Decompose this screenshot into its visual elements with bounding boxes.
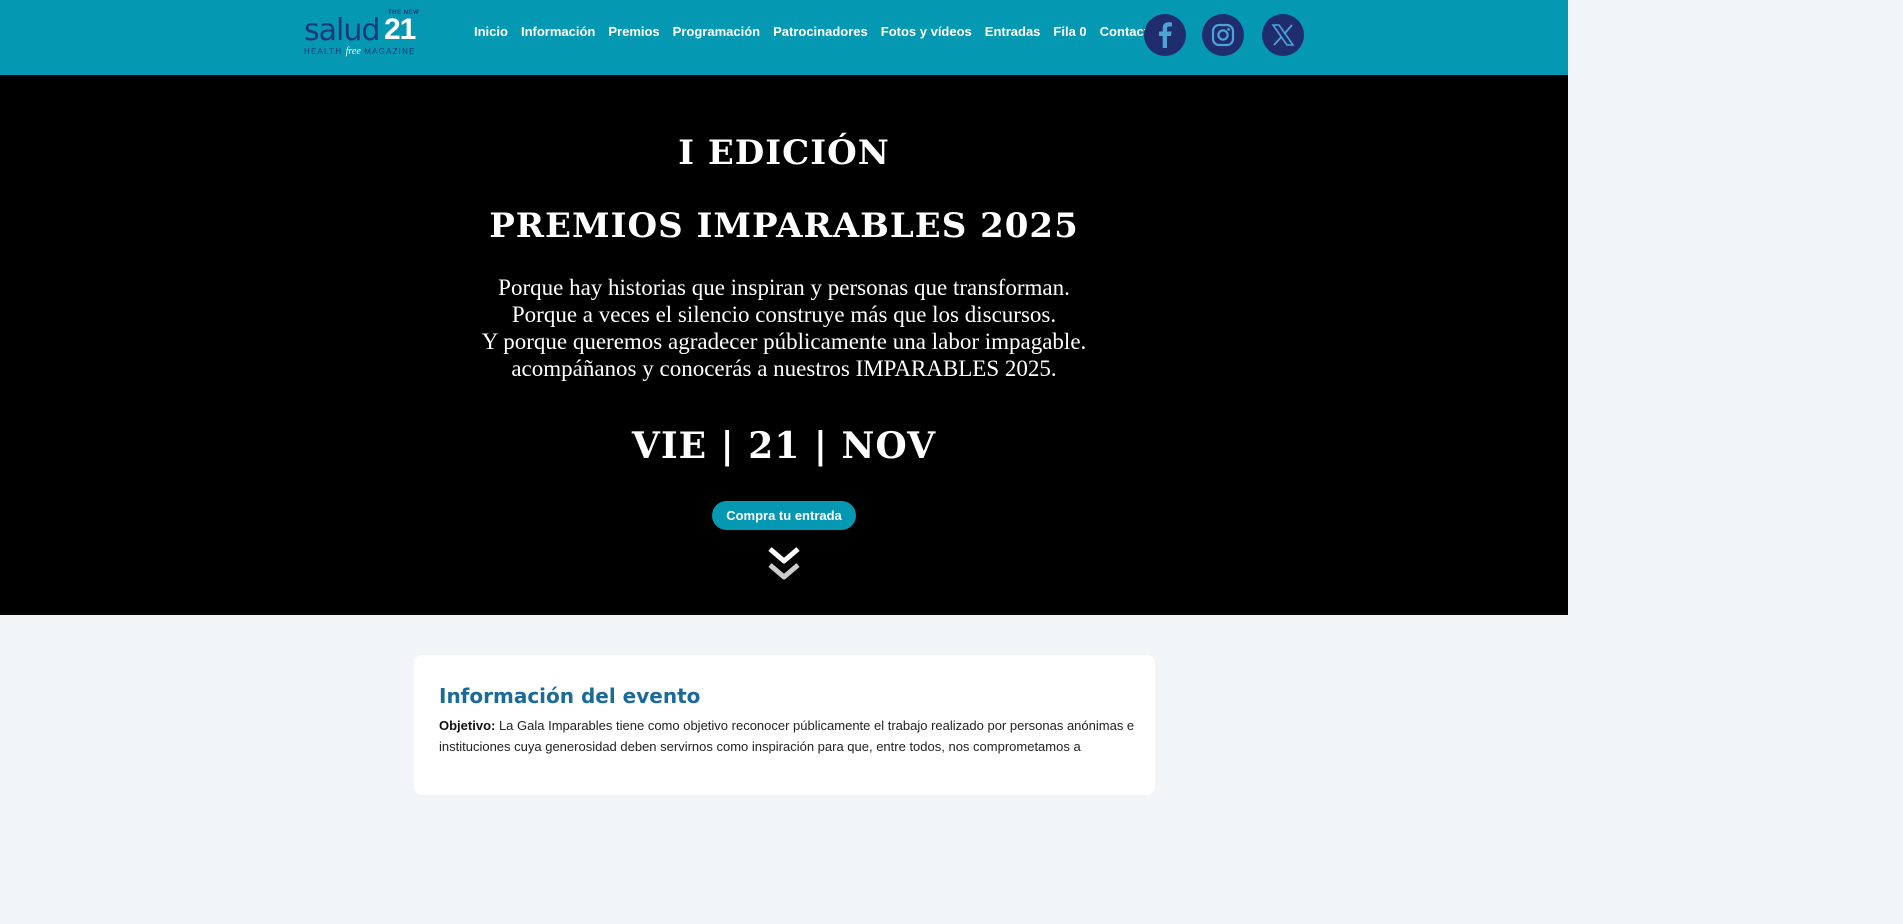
double-chevron-down-icon[interactable] [766,545,802,585]
main-nav: Inicio Información Premios Programación … [474,22,1169,42]
logo-number: 21 [384,13,416,46]
x-button[interactable] [1262,14,1304,56]
buy-ticket-button[interactable]: Compra tu entrada [712,501,856,530]
nav-item-inicio[interactable]: Inicio [474,22,508,42]
nav-item-programacion[interactable]: Programación [673,22,760,42]
facebook-button[interactable] [1144,14,1186,56]
hero-title: PREMIOS IMPARABLES 2025 [489,206,1079,246]
site-header: salud THE NEW 21 HEALTH free MAGAZINE In… [0,0,1568,75]
facebook-icon [1159,22,1172,48]
nav-item-informacion[interactable]: Información [521,22,595,42]
objective-label: Objetivo: [439,718,496,733]
logo-tag-mid: free [345,46,361,57]
hero-line: Porque hay historias que inspiran y pers… [498,275,1070,300]
instagram-icon [1211,23,1235,47]
salud21-logo[interactable]: salud THE NEW 21 HEALTH free MAGAZINE [302,10,420,60]
nav-item-entradas[interactable]: Entradas [985,22,1041,42]
instagram-button[interactable] [1202,14,1244,56]
event-date: VIE | 21 | NOV [631,425,937,467]
nav-item-fotos-videos[interactable]: Fotos y vídeos [881,22,972,42]
hero-text: Porque hay historias que inspiran y pers… [0,274,1568,382]
logo-tag-right: MAGAZINE [364,47,416,56]
hero-section: I EDICIÓN PREMIOS IMPARABLES 2025 Porque… [0,75,1568,615]
hero-line: Y porque queremos agradecer públicamente… [481,329,1087,354]
nav-item-patrocinadores[interactable]: Patrocinadores [773,22,868,42]
event-info-body: Objetivo: La Gala Imparables tiene como … [439,715,1139,757]
nav-item-fila-0[interactable]: Fila 0 [1053,22,1086,42]
logo-word: salud [304,13,380,48]
objective-text: La Gala Imparables tiene como objetivo r… [439,718,1135,754]
event-info-title: Información del evento [439,684,701,708]
hero-line: Porque a veces el silencio construye más… [511,302,1057,327]
logo-tagline: HEALTH free MAGAZINE [304,46,420,57]
x-icon [1271,24,1295,46]
hero-edition: I EDICIÓN [678,133,890,173]
nav-item-premios[interactable]: Premios [608,22,659,42]
event-info-card: Información del evento Objetivo: La Gala… [414,655,1155,795]
logo-tag-left: HEALTH [304,47,343,56]
hero-line: acompáñanos y conocerás a nuestros IMPAR… [511,356,1057,381]
